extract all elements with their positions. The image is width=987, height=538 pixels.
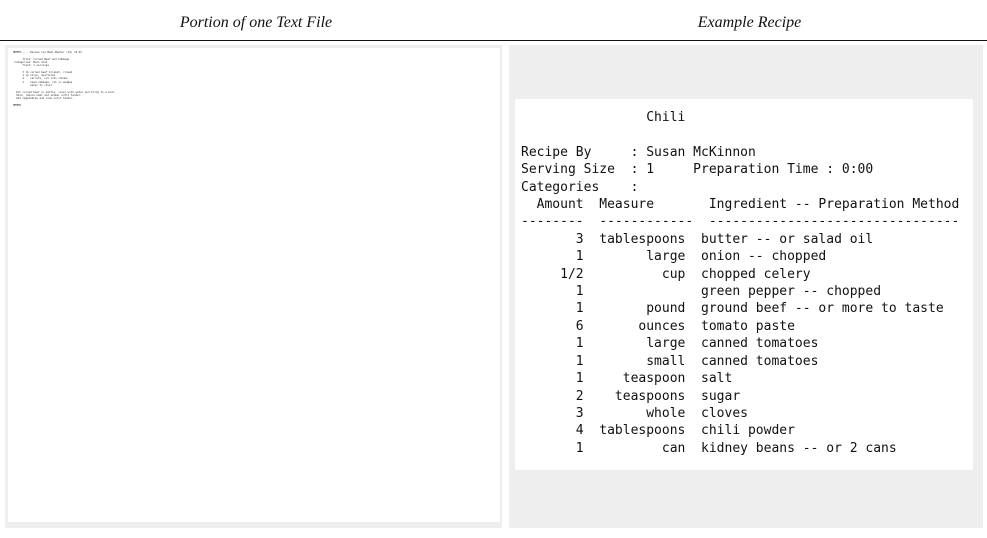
text-file-page: MMMMM----- Recipe via Meal-Master (tm) v… [8,48,500,522]
right-panel-heading: Example Recipe [697,14,802,31]
recipe-page: Chili Recipe By : Susan McKinnon Serving… [515,99,973,470]
text-file-excerpt: MMMMM----- Recipe via Meal-Master (tm) v… [13,51,117,107]
recipe-text: Chili Recipe By : Susan McKinnon Serving… [521,110,960,456]
header-divider [0,40,987,41]
left-panel-heading: Portion of one Text File [179,14,333,31]
